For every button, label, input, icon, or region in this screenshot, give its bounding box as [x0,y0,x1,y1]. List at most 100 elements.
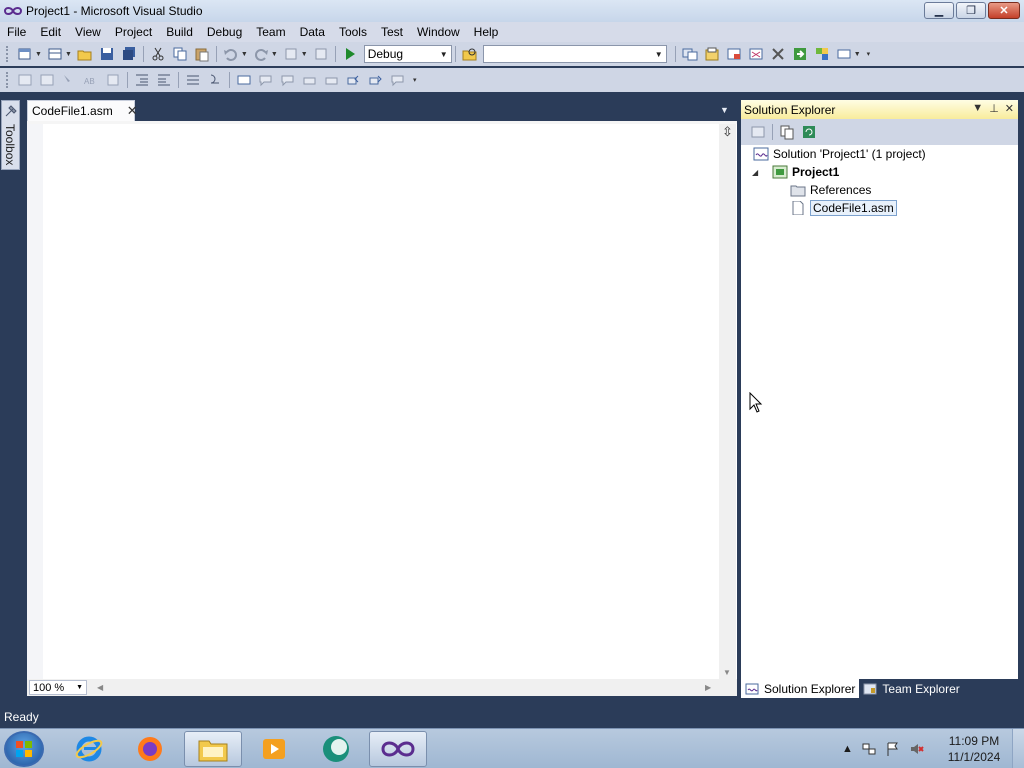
window-position-icon[interactable]: ▼ [972,102,983,115]
previous-bookmark-in-folder-icon[interactable] [301,72,319,88]
save-all-icon[interactable] [120,46,138,62]
add-item-icon[interactable] [46,46,64,62]
volume-muted-icon[interactable] [909,741,925,757]
menu-file[interactable]: File [0,22,33,42]
menu-help[interactable]: Help [467,22,506,42]
display-parameter-info-icon[interactable] [38,72,56,88]
taskbar-media-player[interactable] [245,731,303,767]
action-center-flag-icon[interactable] [885,741,901,757]
chevron-down-icon[interactable]: ▼ [35,51,42,58]
clock[interactable]: 11:09 PM 11/1/2024 [940,733,1008,765]
tree-item-codefile[interactable]: CodeFile1.asm [790,199,897,217]
next-bookmark-in-folder-icon[interactable] [323,72,341,88]
tools-icon[interactable] [769,46,787,62]
toolbar-grip[interactable] [6,72,10,88]
chevron-down-icon[interactable]: ▼ [854,51,861,58]
chevron-down-icon[interactable]: ▼ [301,51,308,58]
show-hidden-icons-icon[interactable]: ▲ [842,743,853,755]
scroll-down-icon[interactable]: ▼ [723,668,731,677]
paste-icon[interactable] [193,46,211,62]
toolbar-grip[interactable] [6,46,10,62]
taskbar-firefox[interactable] [121,731,179,767]
scroll-left-icon[interactable]: ◀ [97,683,103,692]
comment-out-icon[interactable] [184,72,202,88]
menu-window[interactable]: Window [410,22,467,42]
display-quick-info-icon[interactable] [60,72,78,88]
menu-test[interactable]: Test [374,22,410,42]
toolbox-icon[interactable] [747,46,765,62]
chevron-down-icon[interactable]: ▼ [271,51,278,58]
properties-icon[interactable] [703,46,721,62]
menu-team[interactable]: Team [249,22,292,42]
taskbar-internet-explorer[interactable] [60,731,118,767]
display-word-completion-icon[interactable]: AB [82,72,100,88]
start-button[interactable] [4,731,44,767]
chevron-down-icon[interactable]: ▼ [65,51,72,58]
show-desktop-button[interactable] [1012,729,1024,768]
increase-indent-icon[interactable] [155,72,173,88]
clear-bookmarks-icon[interactable] [389,72,407,88]
find-combo[interactable]: ▼ [482,45,667,63]
menu-data[interactable]: Data [293,22,332,42]
taskbar-file-explorer[interactable] [184,731,242,767]
menu-debug[interactable]: Debug [200,22,249,42]
tree-item-solution[interactable]: Solution 'Project1' (1 project) [753,145,926,163]
undo-icon[interactable] [222,46,240,62]
navigate-forward-icon[interactable] [312,46,330,62]
uncomment-icon[interactable] [206,72,224,88]
open-file-icon[interactable] [76,46,94,62]
previous-bookmark-in-document-icon[interactable] [345,72,363,88]
decrease-indent-icon[interactable] [133,72,151,88]
close-panel-icon[interactable]: ✕ [1005,102,1014,115]
display-object-member-list-icon[interactable] [16,72,34,88]
redo-icon[interactable] [252,46,270,62]
extensions-icon[interactable] [813,46,831,62]
copy-icon[interactable] [171,46,189,62]
tab-team-explorer[interactable]: Team Explorer [859,679,963,698]
properties-icon[interactable] [749,124,767,140]
collapse-project-icon[interactable]: ◢ [752,168,758,177]
save-icon[interactable] [98,46,116,62]
next-bookmark-icon[interactable] [279,72,297,88]
network-icon[interactable] [861,741,877,757]
format-icon[interactable] [104,72,122,88]
next-bookmark-in-document-icon[interactable] [367,72,385,88]
close-button[interactable]: ✕ [988,2,1020,19]
navigate-backward-icon[interactable] [282,46,300,62]
previous-bookmark-icon[interactable] [257,72,275,88]
code-editor[interactable] [27,121,737,679]
solution-configuration-select[interactable]: Debug ▼ [363,45,452,63]
cut-icon[interactable] [149,46,167,62]
minimize-button[interactable]: ▁ [924,2,954,19]
import-export-icon[interactable] [791,46,809,62]
start-debugging-icon[interactable] [341,46,359,62]
menu-edit[interactable]: Edit [33,22,68,42]
restore-button[interactable]: ❐ [956,2,986,19]
show-all-files-icon[interactable] [778,124,796,140]
refresh-icon[interactable] [800,124,818,140]
pin-icon[interactable]: ⊥ [989,102,999,115]
close-tab-icon[interactable]: ✕ [127,103,138,119]
active-files-dropdown-icon[interactable]: ▼ [720,105,729,115]
split-window-icon[interactable]: ⇳ [721,124,734,140]
find-in-files-icon[interactable] [461,46,479,62]
toolbar-options-icon[interactable]: ▾ [867,50,871,58]
window-layout-icon[interactable] [835,46,853,62]
tree-item-project[interactable]: Project1 [772,163,839,181]
menu-tools[interactable]: Tools [332,22,374,42]
scroll-right-icon[interactable]: ▶ [705,683,711,692]
tab-codefile1-asm[interactable]: CodeFile1.asm ✕ [27,100,138,121]
toggle-bookmark-icon[interactable] [235,72,253,88]
solution-explorer-icon[interactable] [681,46,699,62]
menu-view[interactable]: View [68,22,108,42]
tab-solution-explorer[interactable]: Solution Explorer [741,679,860,698]
new-project-icon[interactable] [16,46,34,62]
tree-item-references[interactable]: References [790,181,871,199]
chevron-down-icon[interactable]: ▼ [241,51,248,58]
taskbar-visual-studio[interactable] [369,731,427,767]
vertical-scrollbar[interactable]: ⇳ ▼ [719,124,736,679]
menu-build[interactable]: Build [159,22,200,42]
zoom-select[interactable]: 100 % ▼ [29,680,87,695]
toolbar-options-icon[interactable]: ▾ [413,76,417,84]
object-browser-icon[interactable] [725,46,743,62]
